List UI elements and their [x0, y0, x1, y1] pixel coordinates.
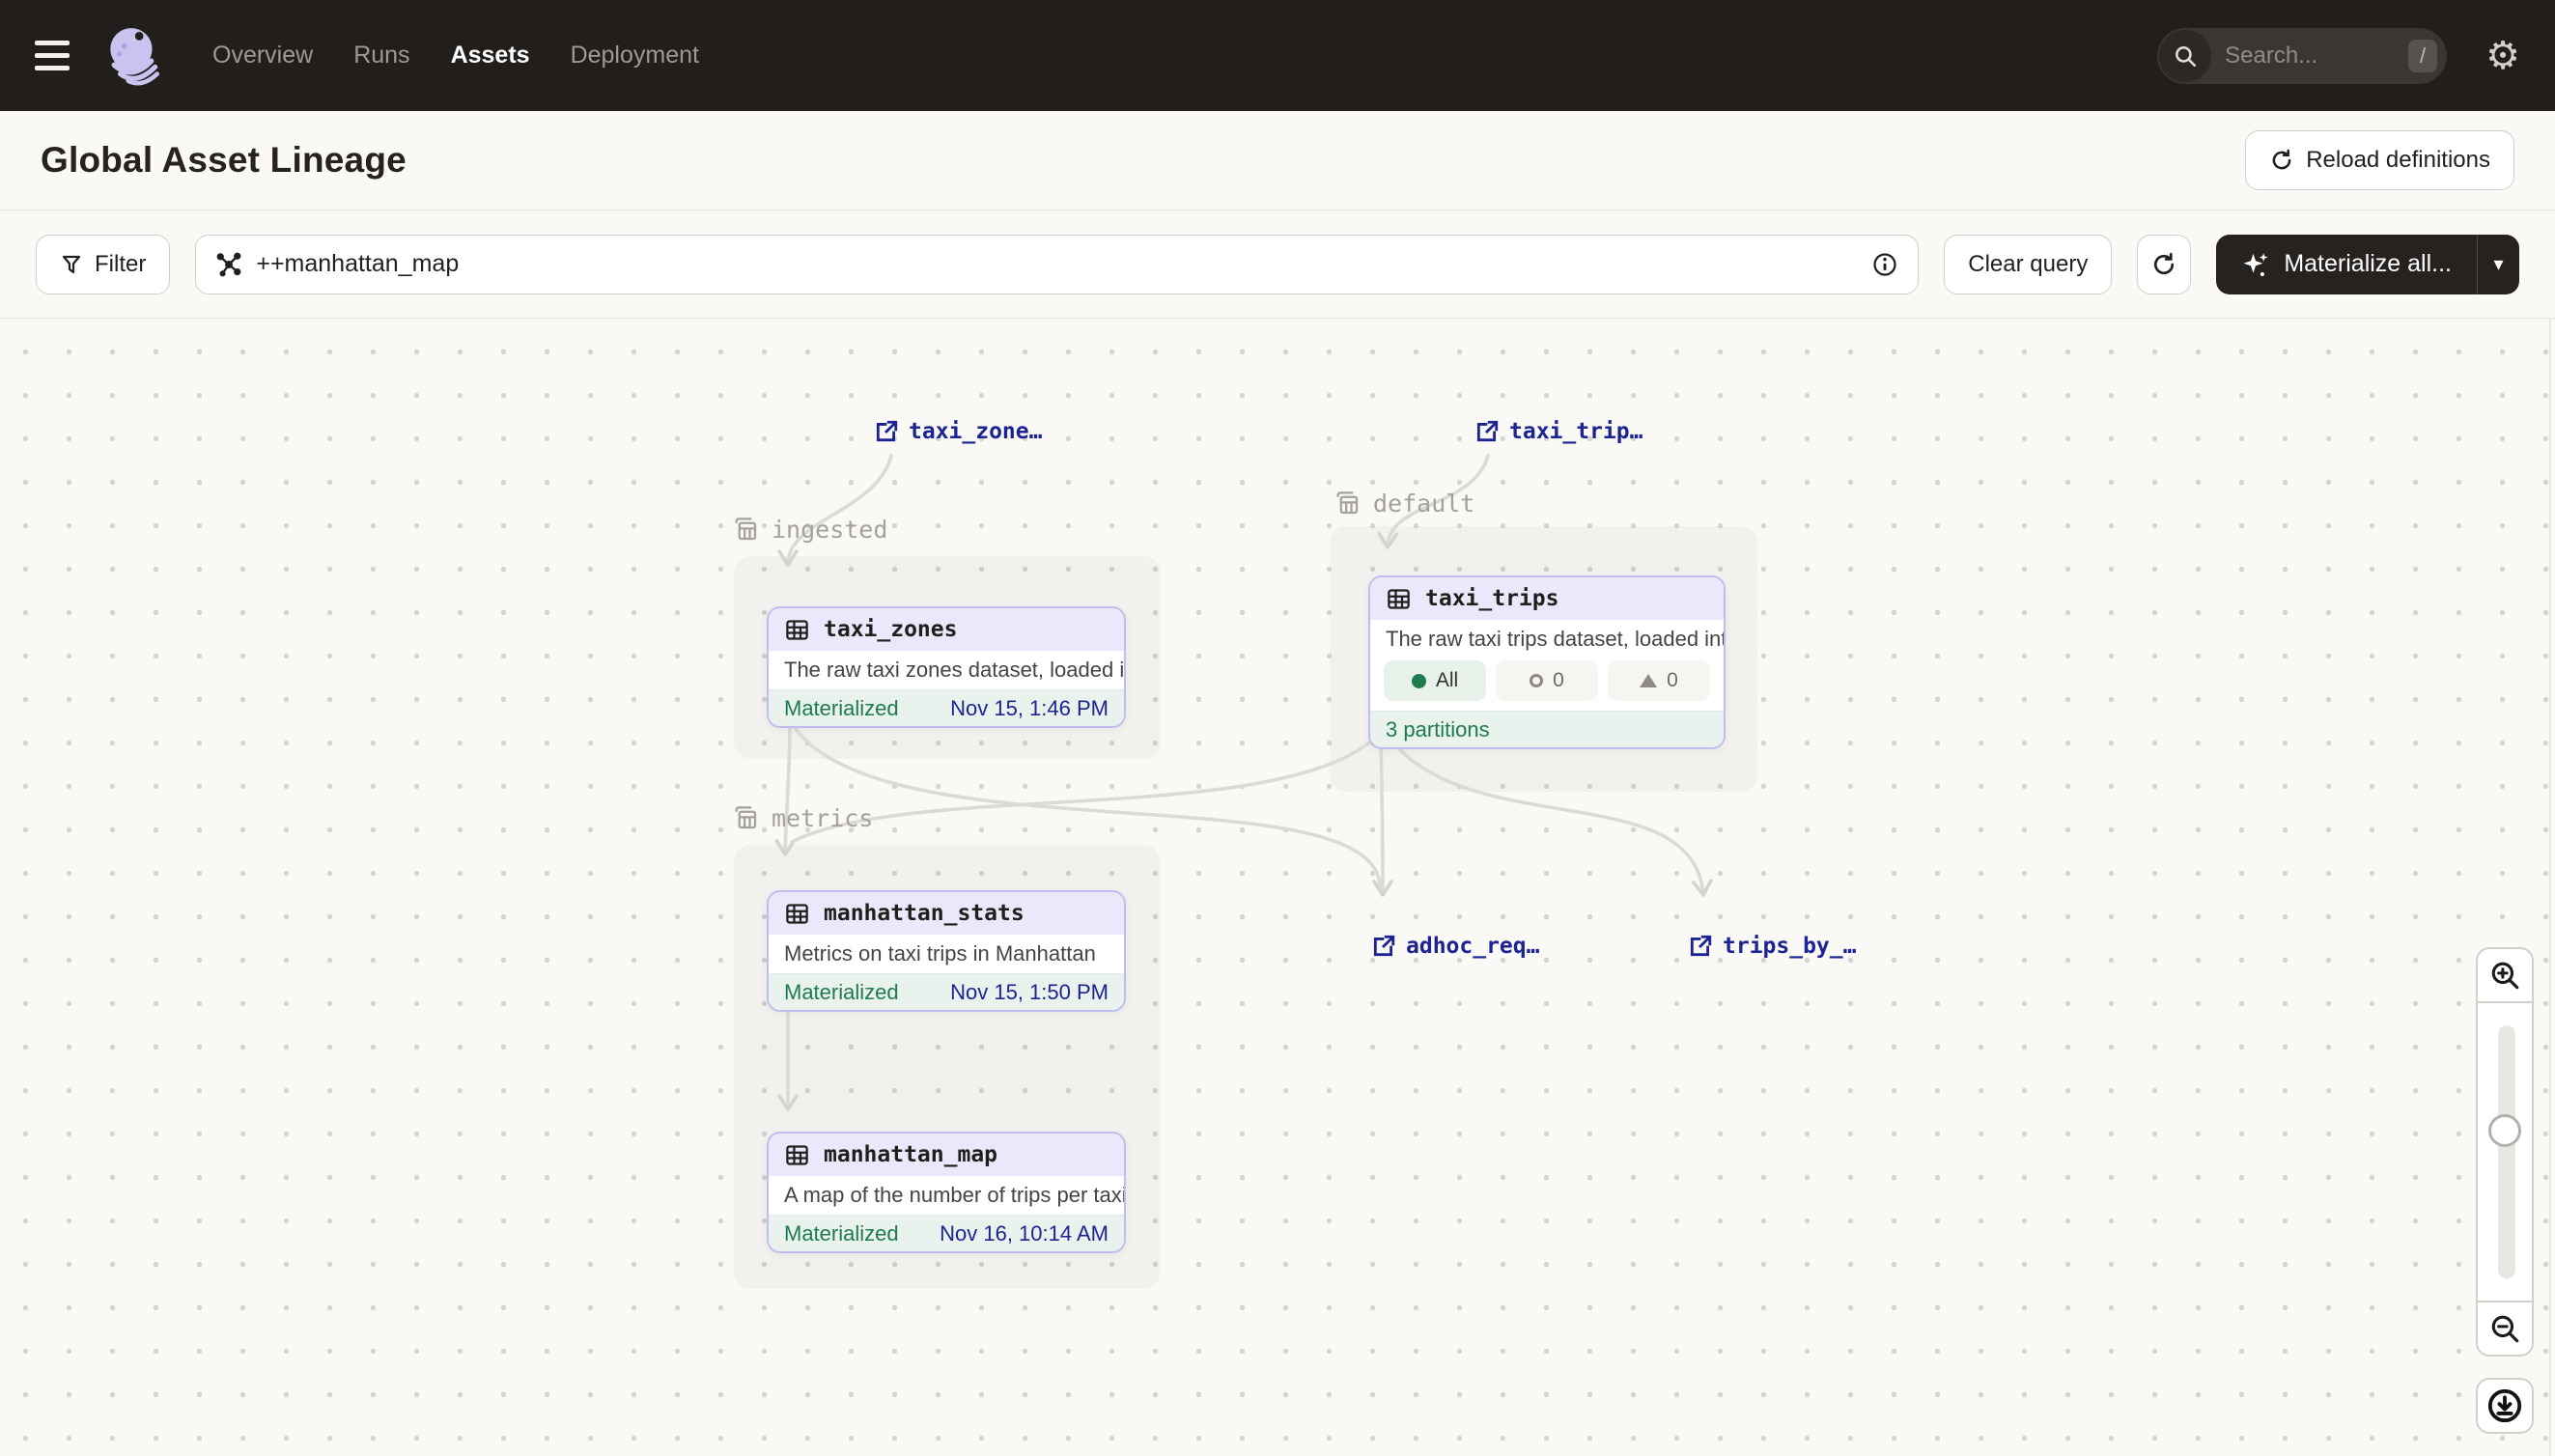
materialization-timestamp[interactable]: Nov 15, 1:46 PM [950, 696, 1109, 721]
partitions-all-pill[interactable]: All [1384, 660, 1486, 701]
table-icon [784, 1142, 810, 1168]
materialization-timestamp[interactable]: Nov 15, 1:50 PM [950, 980, 1109, 1005]
hamburger-menu-icon[interactable] [35, 37, 77, 75]
zoom-controls [2476, 947, 2534, 1434]
global-search[interactable]: / [2157, 28, 2447, 84]
filter-button[interactable]: Filter [36, 235, 170, 294]
page-header: Global Asset Lineage Reload definitions [0, 111, 2555, 210]
asset-node-taxi-zones[interactable]: taxi_zones The raw taxi zones dataset, l… [767, 606, 1126, 728]
missing-ring-icon [1530, 674, 1543, 687]
group-label-metrics[interactable]: metrics [731, 803, 873, 832]
graph-query-icon [215, 251, 242, 278]
lineage-graph-canvas[interactable]: ingested default metrics taxi_zone… taxi… [0, 319, 2555, 1456]
zoom-out-icon [2488, 1312, 2521, 1345]
asset-name: manhattan_stats [824, 901, 1025, 926]
zoom-slider [2476, 1003, 2534, 1301]
materialized-status: Materialized [784, 696, 899, 721]
nav-assets[interactable]: Assets [451, 42, 530, 70]
asset-query-field[interactable] [195, 235, 1919, 294]
reload-definitions-button[interactable]: Reload definitions [2245, 130, 2514, 190]
table-icon [784, 617, 810, 643]
dagster-logo-icon[interactable] [102, 24, 166, 88]
external-link-icon [1371, 934, 1396, 959]
page-title: Global Asset Lineage [41, 140, 407, 181]
asset-node-taxi-trips[interactable]: taxi_trips The raw taxi trips dataset, l… [1368, 575, 1726, 749]
sparkle-icon [2241, 250, 2270, 279]
materialize-options-caret[interactable]: ▾ [2477, 235, 2519, 294]
lineage-edges [0, 319, 2555, 1456]
info-icon[interactable] [1871, 251, 1898, 278]
asset-group-icon [1333, 489, 1362, 518]
group-label-default[interactable]: default [1333, 489, 1474, 518]
asset-name: taxi_zones [824, 617, 957, 642]
search-input[interactable] [2225, 42, 2408, 70]
top-nav-bar: Overview Runs Assets Deployment / ⚙ [0, 0, 2555, 111]
asset-node-manhattan-map[interactable]: manhattan_map A map of the number of tri… [767, 1132, 1126, 1253]
success-dot-icon [1412, 674, 1426, 688]
caret-down-icon: ▾ [2493, 252, 2503, 276]
asset-group-icon [731, 515, 760, 544]
zoom-out-button[interactable] [2476, 1301, 2534, 1357]
nav-overview[interactable]: Overview [212, 42, 313, 70]
download-icon [2486, 1387, 2523, 1424]
nav-deployment[interactable]: Deployment [571, 42, 699, 70]
partitions-missing-pill[interactable]: 0 [1496, 660, 1598, 701]
external-link-icon [1688, 934, 1713, 959]
external-link-icon [1474, 419, 1500, 444]
refresh-graph-button[interactable] [2137, 235, 2191, 294]
clear-query-button[interactable]: Clear query [1944, 235, 2112, 294]
asset-description: The raw taxi trips dataset, loaded into … [1370, 620, 1724, 658]
materialize-all-button[interactable]: Materialize all... [2216, 235, 2477, 294]
refresh-icon [2150, 251, 2177, 278]
search-shortcut-badge: / [2408, 40, 2437, 72]
materialized-status: Materialized [784, 1221, 899, 1246]
asset-description: Metrics on taxi trips in Manhattan [769, 935, 1124, 973]
partitions-failed-pill[interactable]: 0 [1608, 660, 1710, 701]
filter-funnel-icon [60, 253, 83, 276]
nav-runs[interactable]: Runs [353, 42, 409, 70]
table-icon [1386, 586, 1412, 612]
warning-triangle-icon [1640, 674, 1657, 687]
asset-description: The raw taxi zones dataset, loaded int..… [769, 651, 1124, 689]
partitions-count-label[interactable]: 3 partitions [1386, 717, 1490, 742]
asset-name: taxi_trips [1425, 586, 1558, 611]
materialized-status: Materialized [784, 980, 899, 1005]
group-label-ingested[interactable]: ingested [731, 515, 887, 544]
external-asset-adhoc-request[interactable]: adhoc_req… [1371, 934, 1539, 959]
zoom-in-icon [2488, 959, 2521, 992]
external-link-icon [874, 419, 899, 444]
external-asset-taxi-zone-file[interactable]: taxi_zone… [874, 419, 1042, 444]
asset-query-input[interactable] [256, 250, 1858, 278]
asset-name: manhattan_map [824, 1142, 997, 1167]
asset-node-manhattan-stats[interactable]: manhattan_stats Metrics on taxi trips in… [767, 890, 1126, 1012]
table-icon [784, 901, 810, 927]
zoom-in-button[interactable] [2476, 947, 2534, 1003]
asset-description: A map of the number of trips per taxi z.… [769, 1176, 1124, 1215]
zoom-slider-track[interactable] [2498, 1025, 2515, 1278]
zoom-slider-handle[interactable] [2488, 1114, 2521, 1147]
search-icon [2159, 30, 2211, 82]
external-asset-trips-by-week[interactable]: trips_by_… [1688, 934, 1856, 959]
partition-health-row: All 0 0 [1370, 658, 1724, 711]
materialize-all-split-button: Materialize all... ▾ [2216, 235, 2519, 294]
main-nav: Overview Runs Assets Deployment [212, 42, 699, 70]
download-image-button[interactable] [2476, 1378, 2534, 1434]
asset-group-icon [731, 803, 760, 832]
gear-icon[interactable]: ⚙ [2485, 37, 2520, 75]
external-asset-taxi-trip-file[interactable]: taxi_trip… [1474, 419, 1642, 444]
materialization-timestamp[interactable]: Nov 16, 10:14 AM [940, 1221, 1109, 1246]
lineage-toolbar: Filter Clear query Materialize all... ▾ [0, 210, 2555, 319]
refresh-icon [2269, 148, 2294, 173]
